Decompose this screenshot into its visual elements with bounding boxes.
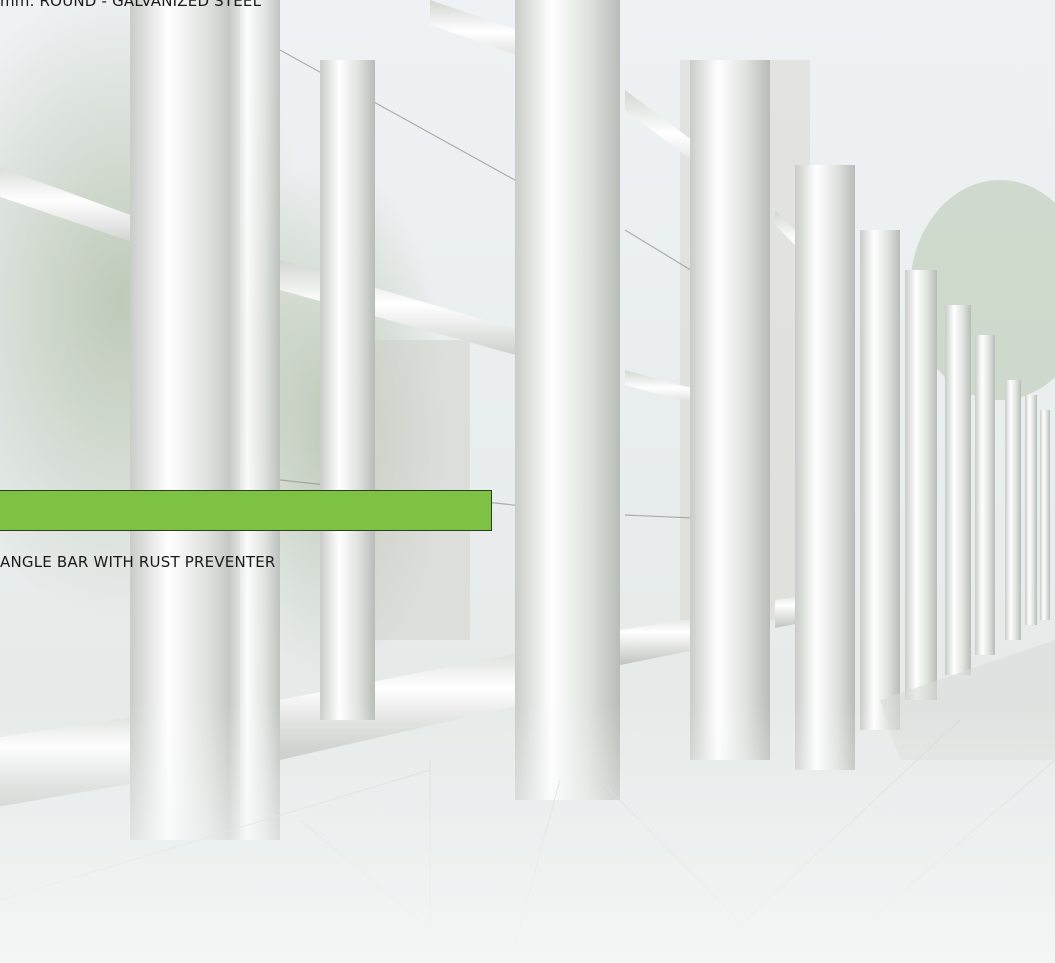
spec-caption: ANGLE BAR WITH RUST PREVENTER — [0, 553, 276, 571]
green-section-bar — [0, 490, 492, 531]
page: mm. ROUND - GALVANIZED STEEL ANGLE BAR W… — [0, 0, 1055, 963]
railing-background-photo — [0, 0, 1055, 963]
top-caption: mm. ROUND - GALVANIZED STEEL — [0, 0, 262, 10]
